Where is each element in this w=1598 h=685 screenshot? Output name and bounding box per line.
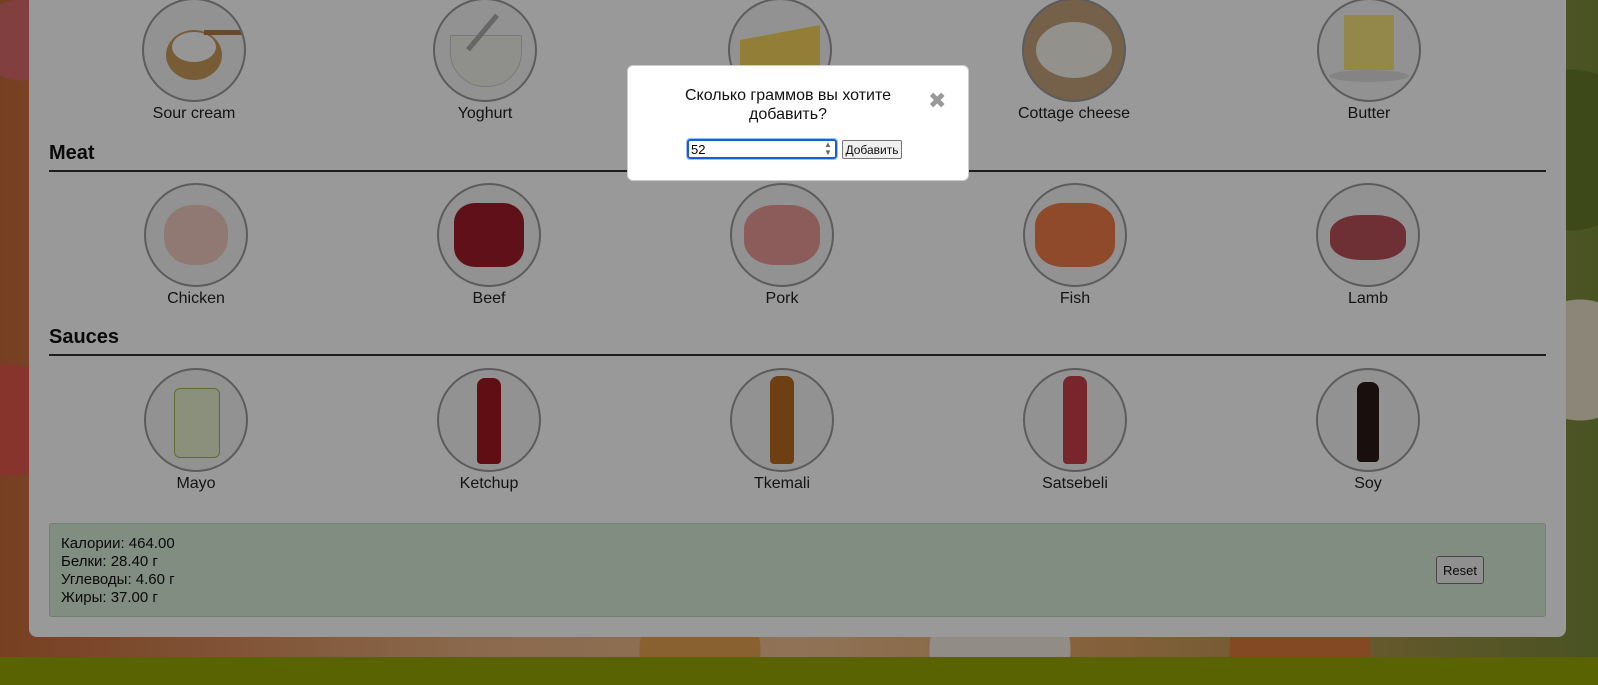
add-button[interactable]: Добавить [842,140,902,159]
footer-bar [0,657,1598,685]
modal-prompt: Сколько граммов вы хотите добавить? [684,87,892,123]
spinner-arrows-icon[interactable]: ▲ ▼ [824,141,832,157]
close-icon[interactable]: ✖ [928,90,946,112]
grams-input[interactable] [686,138,838,160]
add-grams-modal: Сколько граммов вы хотите добавить? ✖ ▲▼… [627,65,969,181]
